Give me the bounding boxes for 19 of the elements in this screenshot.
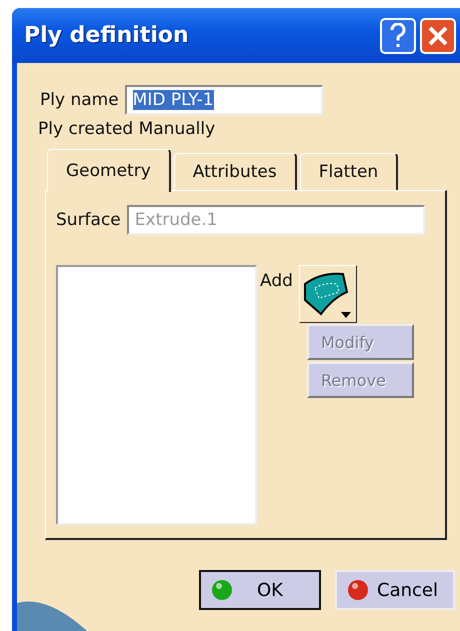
ok-button[interactable]: OK <box>199 570 321 610</box>
cancel-button[interactable]: Cancel <box>335 570 455 610</box>
tab[interactable]: Geometry <box>47 149 171 192</box>
globe-drawing <box>17 599 87 631</box>
question-mark-icon <box>389 22 407 48</box>
add-label: Add <box>260 271 293 291</box>
surface-label: Surface <box>56 210 121 230</box>
close-button[interactable] <box>420 18 456 54</box>
tab[interactable]: Attributes <box>174 153 297 190</box>
ball-icon <box>347 579 369 601</box>
ball-icon <box>211 579 233 601</box>
window-title: Ply definition <box>24 23 190 48</box>
creation-note: Ply created Manually <box>38 119 216 139</box>
tab[interactable]: Flatten <box>300 153 398 190</box>
ply-name-label: Ply name <box>40 90 119 110</box>
ply-name-field[interactable]: MID PLY-1 <box>124 85 323 115</box>
help-button[interactable] <box>380 18 416 54</box>
close-icon <box>427 24 449 46</box>
add-surface-button[interactable] <box>298 265 357 323</box>
